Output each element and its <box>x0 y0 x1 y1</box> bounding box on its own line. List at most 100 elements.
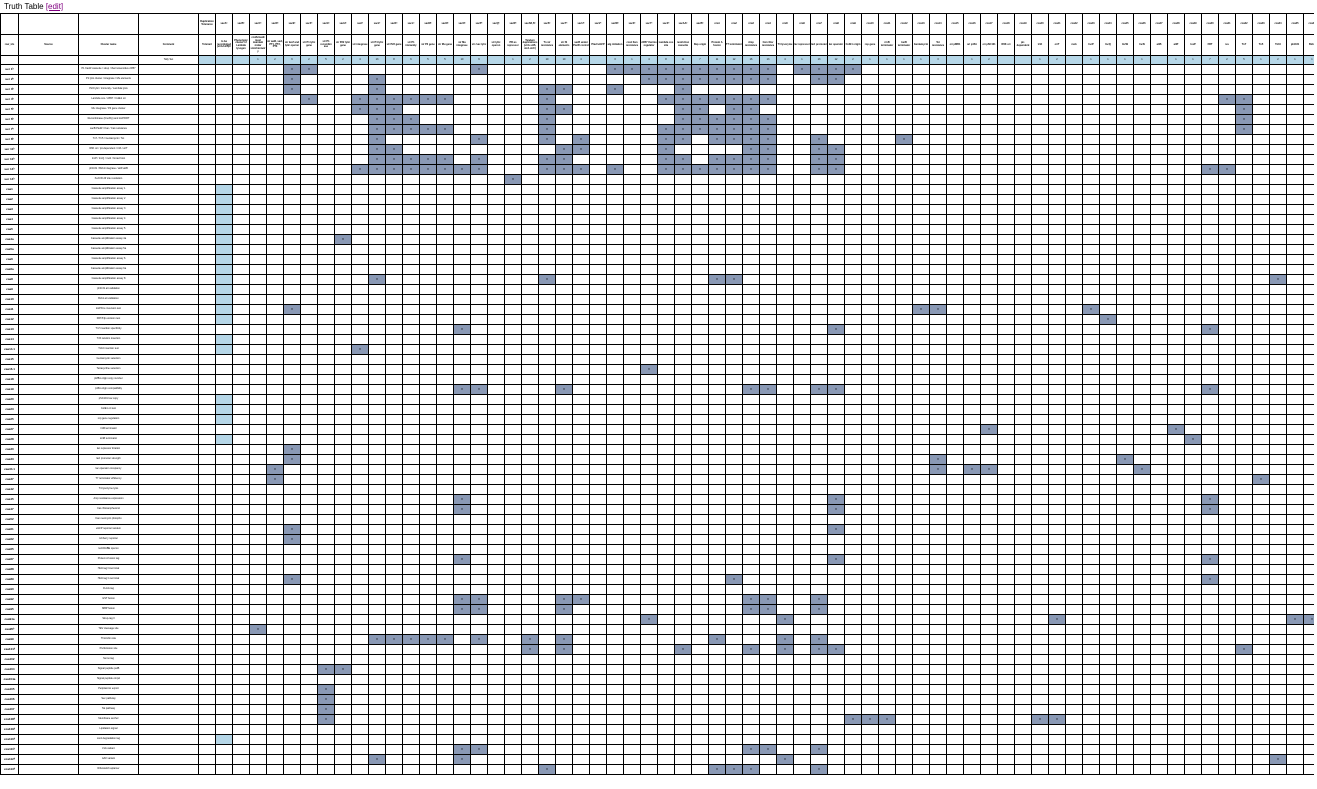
data-cell <box>1304 215 1315 225</box>
tally-cell: 9 <box>471 56 488 65</box>
data-cell <box>607 575 624 585</box>
data-cell <box>318 315 335 325</box>
data-cell <box>726 485 743 495</box>
data-cell <box>556 125 573 135</box>
data-cell <box>624 205 641 215</box>
row-comment <box>139 525 199 535</box>
tally-cell: 8 <box>386 56 403 65</box>
data-cell <box>590 325 607 335</box>
data-cell <box>1253 295 1270 305</box>
row-id: caa28 <box>1 435 19 445</box>
data-cell <box>386 85 403 95</box>
row-comment <box>139 435 199 445</box>
data-cell <box>913 125 930 135</box>
row-id: caa42 <box>1 485 19 495</box>
data-cell <box>1270 645 1287 655</box>
data-cell <box>641 395 658 405</box>
data-cell <box>1185 375 1202 385</box>
data-cell <box>556 555 573 565</box>
data-cell <box>352 305 369 315</box>
data-cell <box>1253 315 1270 325</box>
data-cell <box>607 75 624 85</box>
data-cell <box>1185 655 1202 665</box>
data-cell <box>998 125 1015 135</box>
data-cell <box>352 515 369 525</box>
data-cell <box>1202 295 1219 305</box>
data-cell <box>1066 215 1083 225</box>
row-cluster: Cassette amplification assay 4 <box>79 215 139 225</box>
data-cell <box>607 185 624 195</box>
data-cell <box>1236 575 1253 585</box>
row-id: caa95 <box>1 605 19 615</box>
data-cell <box>794 405 811 415</box>
highlight-cell <box>216 625 233 635</box>
data-cell-marked: X <box>556 385 573 395</box>
data-cell-marked: X <box>743 155 760 165</box>
data-cell <box>675 435 692 445</box>
data-cell <box>471 355 488 365</box>
data-cell <box>488 465 505 475</box>
data-cell <box>845 125 862 135</box>
data-cell <box>1168 435 1185 445</box>
data-cell <box>726 145 743 155</box>
data-cell <box>1236 505 1253 515</box>
data-cell <box>1202 595 1219 605</box>
data-cell <box>913 75 930 85</box>
row-source <box>19 495 79 505</box>
page-title: Truth Table [edit] <box>0 0 1317 13</box>
data-cell <box>590 145 607 155</box>
data-cell <box>403 105 420 115</box>
data-cell <box>420 495 437 505</box>
col-subheader: str P1 recombin ase <box>318 35 335 56</box>
data-cell <box>828 195 845 205</box>
data-cell <box>1151 525 1168 535</box>
data-cell <box>335 615 352 625</box>
data-cell <box>335 225 352 235</box>
data-cell <box>607 315 624 325</box>
data-cell <box>1168 535 1185 545</box>
data-cell-marked: X <box>386 125 403 135</box>
data-cell <box>386 495 403 505</box>
data-cell <box>845 325 862 335</box>
data-cell <box>1304 335 1315 345</box>
data-cell <box>947 295 964 305</box>
row-comment <box>139 565 199 575</box>
data-cell <box>607 495 624 505</box>
data-cell <box>522 205 539 215</box>
col-header: cca35 <box>1287 14 1304 35</box>
data-cell <box>386 605 403 615</box>
data-cell <box>862 445 879 455</box>
data-cell <box>1151 475 1168 485</box>
data-cell <box>403 655 420 665</box>
data-cell-marked: X <box>454 325 471 335</box>
data-cell <box>488 415 505 425</box>
col-header <box>79 14 139 35</box>
data-cell <box>437 595 454 605</box>
data-cell <box>777 345 794 355</box>
data-cell-marked: X <box>284 75 301 85</box>
row-cluster: Cassette amplification assay 1 <box>79 185 139 195</box>
data-cell <box>1219 635 1236 645</box>
data-cell <box>352 435 369 445</box>
data-cell <box>624 395 641 405</box>
highlight-cell <box>216 455 233 465</box>
data-cell <box>267 575 284 585</box>
row-id: uer 12ᵇ <box>1 155 19 165</box>
data-cell <box>1287 265 1304 275</box>
data-cell <box>981 145 998 155</box>
row-cluster: Cassette amplification assay 4a <box>79 235 139 245</box>
data-cell <box>454 205 471 215</box>
data-cell <box>1185 315 1202 325</box>
data-cell <box>981 405 998 415</box>
data-cell <box>590 285 607 295</box>
data-cell <box>1066 595 1083 605</box>
data-cell <box>1253 85 1270 95</box>
data-cell <box>488 365 505 375</box>
edit-link[interactable]: [edit] <box>46 2 63 11</box>
data-cell <box>284 255 301 265</box>
data-cell <box>709 255 726 265</box>
data-cell <box>386 405 403 415</box>
data-cell <box>624 595 641 605</box>
row-id: uer 6ᵇ <box>1 115 19 125</box>
data-cell <box>641 455 658 465</box>
